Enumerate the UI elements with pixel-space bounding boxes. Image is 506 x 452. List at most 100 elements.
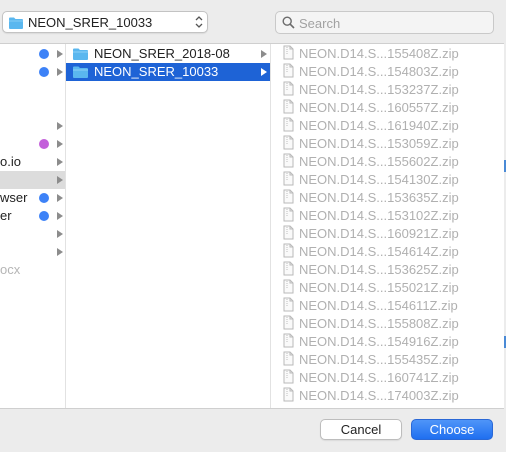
toolbar: NEON_SRER_10033 Search [0, 0, 506, 44]
sidebar-item-label: wser [0, 190, 28, 205]
tag-dot-icon [39, 49, 49, 59]
zip-file-icon [283, 171, 294, 186]
sidebar-item[interactable] [0, 81, 65, 99]
search-field[interactable]: Search [275, 11, 494, 34]
folder-icon [73, 66, 88, 78]
zip-file-icon [283, 333, 294, 348]
sidebar-item[interactable] [0, 117, 65, 135]
zip-file-icon [283, 351, 294, 366]
sidebar-item[interactable] [0, 99, 65, 117]
file-name: NEON.D14.S...160921Z.zip [299, 226, 459, 241]
file-name: NEON.D14.S...153237Z.zip [299, 82, 459, 97]
disclosure-arrow-icon [57, 122, 63, 130]
zip-file-icon [283, 63, 294, 78]
file-row[interactable]: NEON.D14.S...155408Z.zip [271, 45, 504, 63]
file-row[interactable]: NEON.D14.S...160921Z.zip [271, 225, 504, 243]
file-row[interactable]: NEON.D14.S...174003Z.zip [271, 387, 504, 405]
file-name: NEON.D14.S...155808Z.zip [299, 316, 459, 331]
sidebar-item[interactable]: wser [0, 189, 65, 207]
search-placeholder: Search [299, 16, 341, 31]
zip-file-icon [283, 279, 294, 294]
disclosure-arrow-icon [57, 50, 63, 58]
zip-file-icon [283, 225, 294, 240]
zip-file-icon [283, 315, 294, 330]
tag-dot-icon [39, 139, 49, 149]
file-name: NEON.D14.S...174003Z.zip [299, 388, 459, 403]
folder-name: NEON_SRER_10033 [94, 64, 219, 79]
tag-dot-icon [39, 67, 49, 77]
tag-dot-icon [39, 211, 49, 221]
disclosure-arrow-icon [57, 140, 63, 148]
folder-row[interactable]: NEON_SRER_10033 [66, 63, 270, 81]
sidebar-column: o.io wser er ocx [0, 44, 66, 408]
zip-file-icon [283, 153, 294, 168]
zip-file-icon [283, 117, 294, 132]
sidebar-item[interactable] [0, 225, 65, 243]
file-name: NEON.D14.S...154803Z.zip [299, 64, 459, 79]
choose-button[interactable]: Choose [411, 419, 493, 440]
zip-file-icon [283, 369, 294, 384]
folder-icon [9, 17, 23, 29]
sidebar-item[interactable] [0, 171, 65, 189]
disclosure-arrow-icon [57, 248, 63, 256]
file-row[interactable]: NEON.D14.S...154614Z.zip [271, 243, 504, 261]
file-row[interactable]: NEON.D14.S...155021Z.zip [271, 279, 504, 297]
file-row[interactable]: NEON.D14.S...153059Z.zip [271, 135, 504, 153]
sidebar-item[interactable]: o.io [0, 153, 65, 171]
file-name: NEON.D14.S...154916Z.zip [299, 334, 459, 349]
file-row[interactable]: NEON.D14.S...155808Z.zip [271, 315, 504, 333]
file-row[interactable]: NEON.D14.S...153625Z.zip [271, 261, 504, 279]
file-row[interactable]: NEON.D14.S...153635Z.zip [271, 189, 504, 207]
file-row[interactable]: NEON.D14.S...161940Z.zip [271, 117, 504, 135]
file-name: NEON.D14.S...155408Z.zip [299, 46, 459, 61]
sidebar-item[interactable] [0, 63, 65, 81]
zip-file-icon [283, 387, 294, 402]
file-name: NEON.D14.S...155021Z.zip [299, 280, 459, 295]
zip-file-icon [283, 297, 294, 312]
zip-file-icon [283, 135, 294, 150]
folder-row[interactable]: NEON_SRER_2018-08 [66, 45, 270, 63]
file-row[interactable]: NEON.D14.S...153237Z.zip [271, 81, 504, 99]
file-name: NEON.D14.S...155435Z.zip [299, 352, 459, 367]
file-name: NEON.D14.S...154130Z.zip [299, 172, 459, 187]
sidebar-item-label: er [0, 208, 12, 223]
file-row[interactable]: NEON.D14.S...154803Z.zip [271, 63, 504, 81]
file-row[interactable]: NEON.D14.S...155602Z.zip [271, 153, 504, 171]
cancel-button[interactable]: Cancel [320, 419, 402, 440]
file-row[interactable]: NEON.D14.S...154611Z.zip [271, 297, 504, 315]
sidebar-item-label: o.io [0, 154, 21, 169]
file-name: NEON.D14.S...154611Z.zip [299, 298, 458, 313]
sidebar-item[interactable] [0, 135, 65, 153]
file-row[interactable]: NEON.D14.S...160741Z.zip [271, 369, 504, 387]
file-row[interactable]: NEON.D14.S...154916Z.zip [271, 333, 504, 351]
file-name: NEON.D14.S...155602Z.zip [299, 154, 459, 169]
zip-file-icon [283, 81, 294, 96]
zip-file-icon [283, 45, 294, 60]
disclosure-arrow-icon [57, 176, 63, 184]
disclosure-arrow-icon [57, 68, 63, 76]
file-name: NEON.D14.S...153625Z.zip [299, 262, 459, 277]
search-icon [282, 16, 295, 29]
file-row[interactable]: NEON.D14.S...153102Z.zip [271, 207, 504, 225]
file-name: NEON.D14.S...153635Z.zip [299, 190, 459, 205]
column-browser: o.io wser er ocx NEON_SRER_2018-08 NEON_SRER… [0, 43, 504, 409]
file-name: NEON.D14.S...153102Z.zip [299, 208, 459, 223]
zip-file-icon [283, 243, 294, 258]
file-name: NEON.D14.S...160741Z.zip [299, 370, 459, 385]
sidebar-item[interactable] [0, 45, 65, 63]
tag-dot-icon [39, 193, 49, 203]
file-row[interactable]: NEON.D14.S...154130Z.zip [271, 171, 504, 189]
disclosure-arrow-icon [57, 212, 63, 220]
file-row[interactable]: NEON.D14.S...160557Z.zip [271, 99, 504, 117]
sidebar-item[interactable]: ocx [0, 261, 65, 279]
zip-file-icon [283, 207, 294, 222]
sidebar-item[interactable] [0, 243, 65, 261]
file-row[interactable]: NEON.D14.S...155435Z.zip [271, 351, 504, 369]
sidebar-item[interactable]: er [0, 207, 65, 225]
zip-file-icon [283, 189, 294, 204]
location-popup[interactable]: NEON_SRER_10033 [2, 11, 208, 33]
sidebar-item-label: ocx [0, 262, 21, 277]
location-label: NEON_SRER_10033 [28, 15, 153, 30]
zip-file-icon [283, 261, 294, 276]
folder-name: NEON_SRER_2018-08 [94, 46, 230, 61]
